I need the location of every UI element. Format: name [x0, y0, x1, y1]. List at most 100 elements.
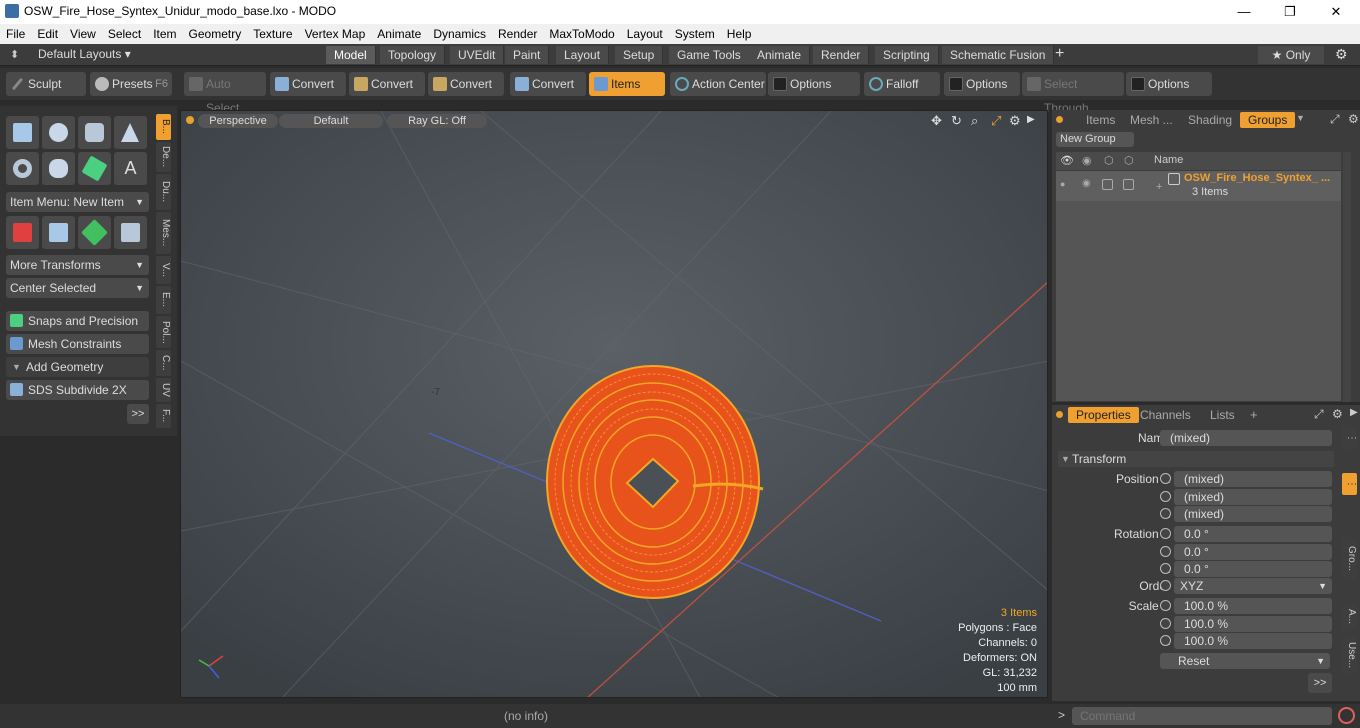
tab-scripting[interactable]: Scripting [875, 46, 939, 64]
position-y-field[interactable]: (mixed) [1174, 489, 1332, 505]
scale-z-field[interactable]: 100.0 % [1174, 633, 1332, 649]
tab-uvedit[interactable]: UVEdit [450, 46, 505, 64]
vtab-uv[interactable]: UV [156, 378, 171, 402]
render-toggle-icon[interactable]: ◉ [1082, 178, 1091, 189]
tab-game-tools[interactable]: Game Tools [669, 46, 750, 64]
default-layouts-dropdown[interactable]: Default Layouts ▾ [38, 47, 131, 61]
menu-system[interactable]: System [669, 24, 721, 44]
maximize-button[interactable]: ❐ [1270, 2, 1310, 22]
order-dropdown[interactable]: XYZ ▼ [1174, 578, 1332, 594]
rotation-y-field[interactable]: 0.0 ° [1174, 544, 1332, 560]
add-tab-icon[interactable]: + [1250, 407, 1258, 422]
tab-topology[interactable]: Topology [380, 46, 446, 64]
tab-setup[interactable]: Setup [615, 46, 664, 64]
auto-select-button[interactable]: Auto Select [184, 72, 266, 115]
rotation-z-field[interactable]: 0.0 ° [1174, 561, 1332, 577]
zoom-view-icon[interactable]: ⌕ [971, 113, 978, 129]
tab-shading[interactable]: Shading [1180, 112, 1240, 128]
position-z-keyframe[interactable] [1160, 508, 1171, 519]
tab-model[interactable]: Model [326, 46, 376, 64]
vtab-mesh-edit[interactable]: Mes... [156, 212, 171, 254]
panel-menu-dot[interactable] [1056, 411, 1063, 418]
select-icon[interactable]: ⬡ [1124, 154, 1134, 167]
tab-dropdown-icon[interactable]: ▼ [1296, 113, 1305, 123]
presets-button[interactable]: Presets F6 [90, 72, 172, 96]
gear-icon[interactable]: ⚙ [1335, 46, 1348, 63]
center-selected-dropdown[interactable]: Center Selected ▼ [6, 278, 149, 298]
menu-item[interactable]: Item [147, 24, 182, 44]
options-button-1[interactable]: Options [768, 72, 860, 96]
items-mode-button[interactable]: Items [589, 72, 665, 96]
menu-select[interactable]: Select [102, 24, 147, 44]
scale-x-field[interactable]: 100.0 % [1174, 598, 1332, 614]
menu-vertex-map[interactable]: Vertex Map [299, 24, 372, 44]
deform-tool-button[interactable] [78, 216, 111, 249]
tab-render[interactable]: Render [813, 46, 870, 64]
grid-tool-button[interactable] [42, 216, 75, 249]
select-through-button[interactable]: Select Through [1022, 72, 1124, 115]
group-row[interactable]: ● ◉ + OSW_Fire_Hose_Syntex_ ... 3 Items [1056, 171, 1341, 201]
scale-x-keyframe[interactable] [1160, 600, 1171, 611]
capsule-tool-button[interactable] [42, 152, 75, 185]
position-x-field[interactable]: (mixed) [1174, 471, 1332, 487]
cone-tool-button[interactable] [114, 116, 147, 149]
move-view-icon[interactable]: ✥ [931, 113, 942, 129]
menu-edit[interactable]: Edit [31, 24, 64, 44]
tab-channels[interactable]: Channels [1132, 407, 1199, 423]
rotation-x-field[interactable]: 0.0 ° [1174, 526, 1332, 542]
tab-mesh[interactable]: Mesh ... [1122, 112, 1181, 128]
eye-icon[interactable]: 👁 [1060, 154, 1074, 167]
lock-checkbox[interactable] [1102, 179, 1113, 190]
snaps-precision-button[interactable]: Snaps and Precision [6, 311, 149, 331]
cylinder-tool-button[interactable] [78, 116, 111, 149]
vtab-fusion[interactable]: F... [156, 404, 171, 428]
tab-properties[interactable]: Properties [1068, 407, 1139, 423]
menu-dynamics[interactable]: Dynamics [427, 24, 492, 44]
expand-arrow-icon[interactable]: ▶ [1027, 114, 1035, 125]
view-type-dropdown[interactable]: Perspective [198, 114, 278, 128]
cube-tool-button[interactable] [6, 116, 39, 149]
add-geometry-section[interactable]: ▼ Add Geometry [6, 357, 149, 377]
torus-tool-button[interactable] [6, 152, 39, 185]
raygl-toggle[interactable]: Ray GL: Off [387, 114, 487, 128]
tab-schematic-fusion[interactable]: Schematic Fusion [942, 46, 1055, 64]
only-toggle[interactable]: ★ Only [1258, 46, 1324, 64]
scale-y-keyframe[interactable] [1160, 618, 1171, 629]
tab-groups[interactable]: Groups [1240, 112, 1296, 128]
menu-animate[interactable]: Animate [371, 24, 427, 44]
convert-item-button[interactable]: Convert [510, 72, 586, 96]
vtab-edge[interactable]: E... [156, 286, 171, 314]
name-field[interactable]: (mixed) [1160, 430, 1332, 446]
minimize-button[interactable]: — [1224, 2, 1264, 22]
sds-subdivide-button[interactable]: SDS Subdivide 2X [6, 380, 149, 400]
menu-help[interactable]: Help [721, 24, 758, 44]
select-checkbox[interactable] [1123, 179, 1134, 190]
menu-render[interactable]: Render [492, 24, 543, 44]
tab-items[interactable]: Items [1078, 112, 1123, 128]
menu-maxtomodo[interactable]: MaxToModo [543, 24, 620, 44]
transform-section[interactable]: ▼ Transform [1058, 451, 1334, 467]
scale-y-field[interactable]: 100.0 % [1174, 616, 1332, 632]
panel-gear-icon[interactable]: ⚙ [1348, 112, 1359, 126]
expand-group-icon[interactable]: + [1156, 181, 1162, 193]
mesh-constraints-button[interactable]: Mesh Constraints [6, 334, 149, 354]
side-tab-user[interactable]: Use... [1342, 637, 1357, 673]
rotation-z-keyframe[interactable] [1160, 563, 1171, 574]
expand-panel-icon[interactable]: ⤢ [1330, 112, 1340, 127]
scale-z-keyframe[interactable] [1160, 635, 1171, 646]
menu-texture[interactable]: Texture [247, 24, 298, 44]
position-x-keyframe[interactable] [1160, 473, 1171, 484]
vtab-vertex[interactable]: V... [156, 256, 171, 284]
reset-dropdown[interactable]: Reset ▼ [1160, 653, 1330, 669]
fit-view-icon[interactable]: ⤢ [991, 113, 1001, 129]
groups-scrollbar[interactable] [1343, 152, 1351, 402]
tab-lists[interactable]: Lists [1202, 407, 1243, 423]
tab-animate[interactable]: Animate [749, 46, 811, 64]
shading-dropdown[interactable]: Default [279, 114, 383, 128]
falloff-button[interactable]: Falloff [864, 72, 940, 96]
lock-icon[interactable]: ⬡ [1104, 154, 1114, 167]
visibility-eye-icon[interactable]: ● [1060, 179, 1065, 189]
vtab-curve[interactable]: C... [156, 350, 171, 376]
sphere-tool-button[interactable] [42, 116, 75, 149]
convert-edge-button[interactable]: Convert [349, 72, 425, 96]
